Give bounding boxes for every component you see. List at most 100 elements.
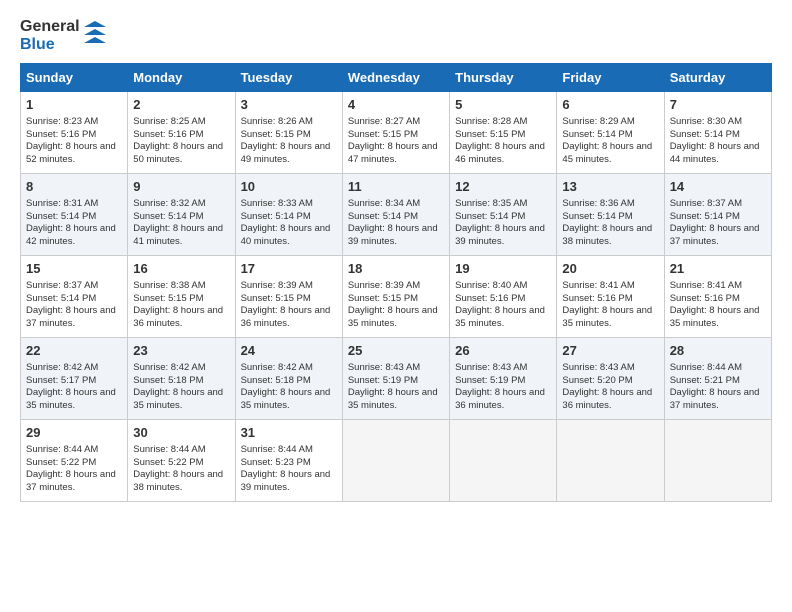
- logo: General Blue: [20, 18, 106, 53]
- sunset-label: Sunset: 5:23 PM: [241, 457, 311, 468]
- sunrise-label: Sunrise: 8:37 AM: [26, 280, 98, 291]
- daylight-label: Daylight: 8 hours and 36 minutes.: [133, 305, 223, 329]
- day-number: 10: [241, 178, 337, 196]
- calendar-cell: 6 Sunrise: 8:29 AM Sunset: 5:14 PM Dayli…: [557, 92, 664, 174]
- calendar-week-row: 29 Sunrise: 8:44 AM Sunset: 5:22 PM Dayl…: [21, 420, 772, 502]
- calendar-cell: [557, 420, 664, 502]
- calendar-week-row: 15 Sunrise: 8:37 AM Sunset: 5:14 PM Dayl…: [21, 256, 772, 338]
- sunrise-label: Sunrise: 8:23 AM: [26, 116, 98, 127]
- col-wednesday: Wednesday: [342, 64, 449, 92]
- calendar-cell: 3 Sunrise: 8:26 AM Sunset: 5:15 PM Dayli…: [235, 92, 342, 174]
- logo-blue: Blue: [20, 36, 80, 54]
- calendar-cell: 2 Sunrise: 8:25 AM Sunset: 5:16 PM Dayli…: [128, 92, 235, 174]
- sunrise-label: Sunrise: 8:35 AM: [455, 198, 527, 209]
- sunset-label: Sunset: 5:14 PM: [26, 211, 96, 222]
- sunset-label: Sunset: 5:14 PM: [670, 211, 740, 222]
- header: General Blue: [20, 18, 772, 53]
- day-number: 6: [562, 96, 658, 114]
- daylight-label: Daylight: 8 hours and 41 minutes.: [133, 223, 223, 247]
- calendar-cell: 21 Sunrise: 8:41 AM Sunset: 5:16 PM Dayl…: [664, 256, 771, 338]
- col-monday: Monday: [128, 64, 235, 92]
- sunset-label: Sunset: 5:15 PM: [241, 293, 311, 304]
- col-saturday: Saturday: [664, 64, 771, 92]
- daylight-label: Daylight: 8 hours and 37 minutes.: [26, 305, 116, 329]
- daylight-label: Daylight: 8 hours and 35 minutes.: [348, 305, 438, 329]
- calendar-cell: 15 Sunrise: 8:37 AM Sunset: 5:14 PM Dayl…: [21, 256, 128, 338]
- calendar-cell: 7 Sunrise: 8:30 AM Sunset: 5:14 PM Dayli…: [664, 92, 771, 174]
- daylight-label: Daylight: 8 hours and 35 minutes.: [562, 305, 652, 329]
- daylight-label: Daylight: 8 hours and 36 minutes.: [455, 387, 545, 411]
- day-number: 14: [670, 178, 766, 196]
- calendar-cell: 11 Sunrise: 8:34 AM Sunset: 5:14 PM Dayl…: [342, 174, 449, 256]
- daylight-label: Daylight: 8 hours and 42 minutes.: [26, 223, 116, 247]
- day-number: 25: [348, 342, 444, 360]
- sunset-label: Sunset: 5:14 PM: [562, 211, 632, 222]
- sunset-label: Sunset: 5:16 PM: [26, 129, 96, 140]
- day-number: 11: [348, 178, 444, 196]
- sunrise-label: Sunrise: 8:26 AM: [241, 116, 313, 127]
- calendar-cell: 4 Sunrise: 8:27 AM Sunset: 5:15 PM Dayli…: [342, 92, 449, 174]
- logo-arrow-icon: [84, 21, 106, 51]
- sunrise-label: Sunrise: 8:31 AM: [26, 198, 98, 209]
- calendar-cell: 26 Sunrise: 8:43 AM Sunset: 5:19 PM Dayl…: [450, 338, 557, 420]
- calendar-cell: 25 Sunrise: 8:43 AM Sunset: 5:19 PM Dayl…: [342, 338, 449, 420]
- calendar-cell: [342, 420, 449, 502]
- sunrise-label: Sunrise: 8:27 AM: [348, 116, 420, 127]
- sunrise-label: Sunrise: 8:28 AM: [455, 116, 527, 127]
- sunset-label: Sunset: 5:15 PM: [241, 129, 311, 140]
- daylight-label: Daylight: 8 hours and 49 minutes.: [241, 141, 331, 165]
- calendar-cell: 24 Sunrise: 8:42 AM Sunset: 5:18 PM Dayl…: [235, 338, 342, 420]
- daylight-label: Daylight: 8 hours and 46 minutes.: [455, 141, 545, 165]
- daylight-label: Daylight: 8 hours and 35 minutes.: [455, 305, 545, 329]
- day-number: 16: [133, 260, 229, 278]
- day-number: 4: [348, 96, 444, 114]
- daylight-label: Daylight: 8 hours and 35 minutes.: [241, 387, 331, 411]
- day-number: 1: [26, 96, 122, 114]
- day-number: 15: [26, 260, 122, 278]
- sunrise-label: Sunrise: 8:39 AM: [348, 280, 420, 291]
- day-number: 30: [133, 424, 229, 442]
- sunrise-label: Sunrise: 8:33 AM: [241, 198, 313, 209]
- sunset-label: Sunset: 5:14 PM: [26, 293, 96, 304]
- col-friday: Friday: [557, 64, 664, 92]
- calendar-cell: 19 Sunrise: 8:40 AM Sunset: 5:16 PM Dayl…: [450, 256, 557, 338]
- sunset-label: Sunset: 5:15 PM: [348, 293, 418, 304]
- calendar-cell: 23 Sunrise: 8:42 AM Sunset: 5:18 PM Dayl…: [128, 338, 235, 420]
- day-number: 7: [670, 96, 766, 114]
- calendar-cell: 12 Sunrise: 8:35 AM Sunset: 5:14 PM Dayl…: [450, 174, 557, 256]
- daylight-label: Daylight: 8 hours and 45 minutes.: [562, 141, 652, 165]
- sunrise-label: Sunrise: 8:44 AM: [26, 444, 98, 455]
- daylight-label: Daylight: 8 hours and 36 minutes.: [562, 387, 652, 411]
- sunrise-label: Sunrise: 8:44 AM: [241, 444, 313, 455]
- sunset-label: Sunset: 5:18 PM: [133, 375, 203, 386]
- daylight-label: Daylight: 8 hours and 39 minutes.: [348, 223, 438, 247]
- sunset-label: Sunset: 5:16 PM: [133, 129, 203, 140]
- day-number: 31: [241, 424, 337, 442]
- sunset-label: Sunset: 5:19 PM: [348, 375, 418, 386]
- calendar-cell: [664, 420, 771, 502]
- sunrise-label: Sunrise: 8:43 AM: [348, 362, 420, 373]
- sunrise-label: Sunrise: 8:25 AM: [133, 116, 205, 127]
- sunset-label: Sunset: 5:15 PM: [133, 293, 203, 304]
- daylight-label: Daylight: 8 hours and 35 minutes.: [133, 387, 223, 411]
- day-number: 27: [562, 342, 658, 360]
- daylight-label: Daylight: 8 hours and 38 minutes.: [133, 469, 223, 493]
- day-number: 2: [133, 96, 229, 114]
- sunset-label: Sunset: 5:21 PM: [670, 375, 740, 386]
- sunrise-label: Sunrise: 8:37 AM: [670, 198, 742, 209]
- day-number: 20: [562, 260, 658, 278]
- sunrise-label: Sunrise: 8:42 AM: [133, 362, 205, 373]
- sunrise-label: Sunrise: 8:44 AM: [670, 362, 742, 373]
- daylight-label: Daylight: 8 hours and 47 minutes.: [348, 141, 438, 165]
- day-number: 12: [455, 178, 551, 196]
- daylight-label: Daylight: 8 hours and 38 minutes.: [562, 223, 652, 247]
- daylight-label: Daylight: 8 hours and 39 minutes.: [455, 223, 545, 247]
- sunrise-label: Sunrise: 8:34 AM: [348, 198, 420, 209]
- day-number: 23: [133, 342, 229, 360]
- calendar-cell: 9 Sunrise: 8:32 AM Sunset: 5:14 PM Dayli…: [128, 174, 235, 256]
- daylight-label: Daylight: 8 hours and 37 minutes.: [670, 223, 760, 247]
- calendar-cell: 20 Sunrise: 8:41 AM Sunset: 5:16 PM Dayl…: [557, 256, 664, 338]
- daylight-label: Daylight: 8 hours and 37 minutes.: [670, 387, 760, 411]
- calendar-cell: 30 Sunrise: 8:44 AM Sunset: 5:22 PM Dayl…: [128, 420, 235, 502]
- sunset-label: Sunset: 5:16 PM: [670, 293, 740, 304]
